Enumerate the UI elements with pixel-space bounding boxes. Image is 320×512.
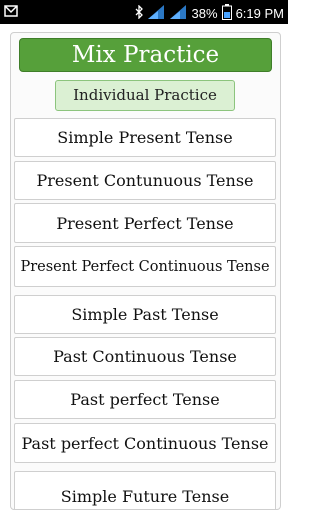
bluetooth-icon [134,4,144,22]
signal-strength-icon-2 [169,5,188,22]
tense-past-continuous[interactable]: Past Continuous Tense [14,337,276,376]
tense-present-continuous[interactable]: Present Contunuous Tense [14,161,276,200]
individual-practice-button[interactable]: Individual Practice [55,80,235,111]
tense-past-perfect-continuous[interactable]: Past perfect Continuous Tense [14,423,276,463]
battery-percent: 38% [191,5,218,21]
tense-present-perfect-continuous[interactable]: Present Perfect Continuous Tense [14,246,276,287]
tense-past-perfect[interactable]: Past perfect Tense [14,380,276,419]
tense-simple-past[interactable]: Simple Past Tense [14,295,276,334]
signal-strength-icon [147,5,166,22]
notification-icon [4,4,18,21]
tense-simple-present[interactable]: Simple Present Tense [14,118,276,157]
battery-icon [221,4,232,23]
tense-present-perfect[interactable]: Present Perfect Tense [14,203,276,243]
status-bar: 38% 6:19 PM [0,0,288,24]
mix-practice-button[interactable]: Mix Practice [19,38,272,72]
status-time: 6:19 PM [235,5,284,21]
tense-simple-future[interactable]: Simple Future Tense [14,471,276,509]
main-panel: Mix Practice Individual Practice Simple … [10,32,281,510]
